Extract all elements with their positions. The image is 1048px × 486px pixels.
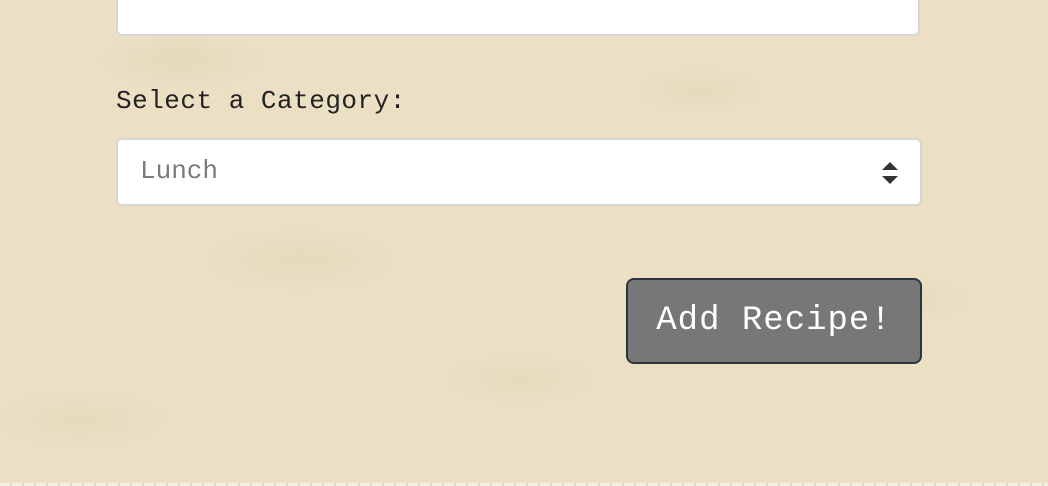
select-arrows-icon	[882, 162, 898, 184]
category-label: Select a Category:	[116, 86, 406, 116]
arrow-down-icon	[882, 176, 898, 184]
arrow-up-icon	[882, 162, 898, 170]
category-select[interactable]: Lunch	[116, 138, 922, 206]
add-recipe-button[interactable]: Add Recipe!	[626, 278, 922, 364]
category-selected-value: Lunch	[140, 156, 219, 186]
recipe-text-field[interactable]	[116, 0, 920, 36]
